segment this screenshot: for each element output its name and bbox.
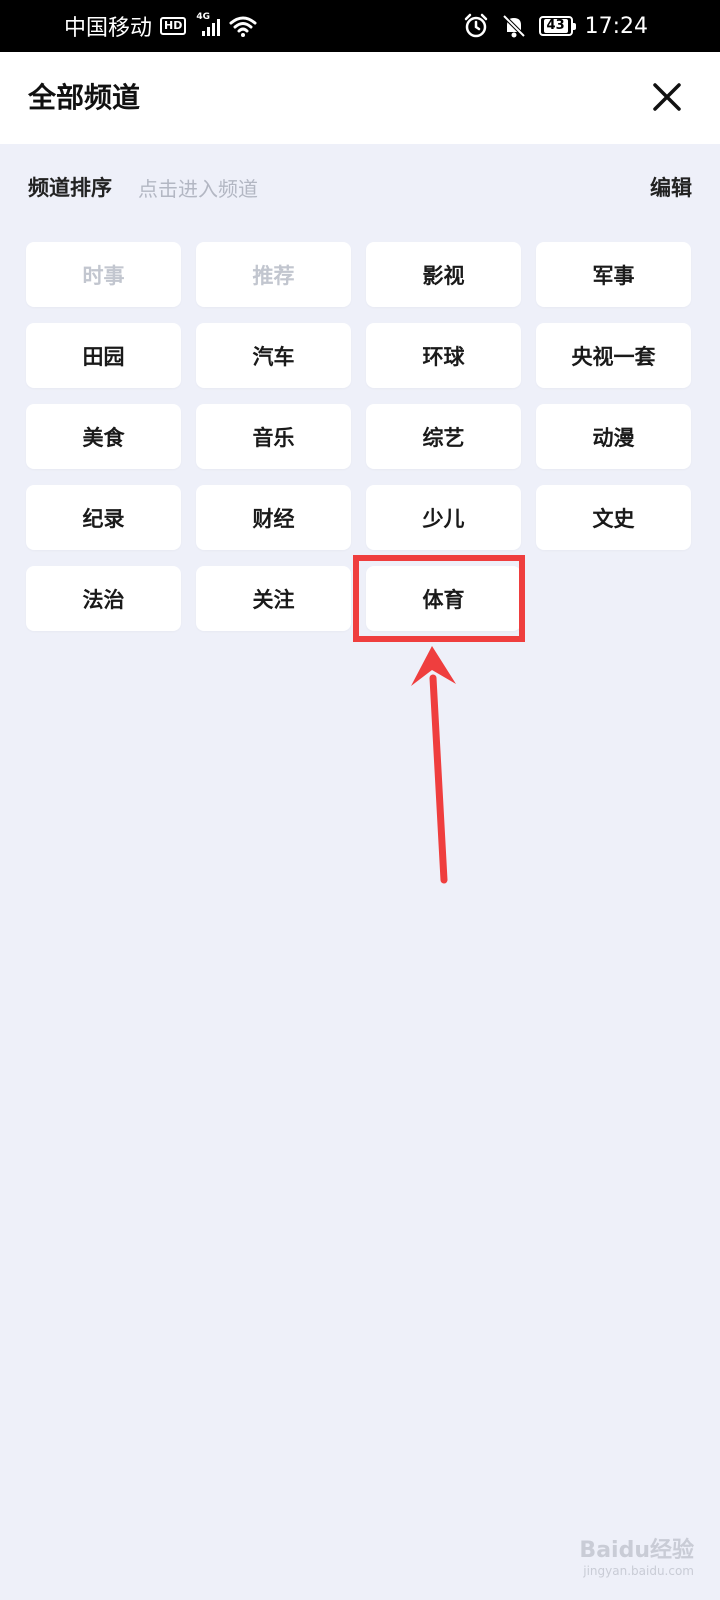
- channel-chip[interactable]: 时事: [26, 242, 181, 307]
- channel-chip[interactable]: 汽车: [196, 323, 351, 388]
- pointer-arrow-icon: [411, 646, 456, 884]
- channel-grid: 时事 推荐 影视 军事田园 汽车 环球 央视一套美食 音乐 综艺 动漫纪录 财经 少儿 文史法治 关注 体育: [26, 242, 694, 631]
- close-icon[interactable]: [650, 80, 684, 114]
- signal-icon: 4G: [196, 12, 222, 38]
- channel-chip[interactable]: 关注: [196, 566, 351, 631]
- battery-icon: 43: [538, 16, 576, 36]
- header: 全部频道: [0, 52, 720, 144]
- channel-chip[interactable]: 推荐: [196, 242, 351, 307]
- wifi-icon: [229, 16, 257, 37]
- alarm-icon: [464, 13, 487, 38]
- carrier-name: 中国移动: [64, 16, 153, 41]
- channel-chip[interactable]: 少儿: [366, 485, 521, 550]
- status-left: 中国移动 HD 4G: [64, 0, 258, 52]
- channel-chip[interactable]: 动漫: [536, 404, 691, 469]
- channel-chip[interactable]: 财经: [196, 485, 351, 550]
- channel-chip[interactable]: 影视: [366, 242, 521, 307]
- section-title: 频道排序: [28, 176, 112, 200]
- hd-badge: HD: [160, 17, 187, 35]
- channel-chip[interactable]: 体育: [366, 566, 521, 631]
- channel-chip[interactable]: 文史: [536, 485, 691, 550]
- battery-level: 43: [543, 19, 568, 33]
- channel-chip[interactable]: 法治: [26, 566, 181, 631]
- channel-chip[interactable]: 美食: [26, 404, 181, 469]
- section-bar: 频道排序 点击进入频道 编辑: [0, 160, 720, 216]
- watermark-text: Baidu经验: [579, 1538, 694, 1563]
- section-hint: 点击进入频道: [138, 177, 258, 201]
- status-right: 43 17:24: [463, 0, 648, 52]
- watermark: Baidu经验 jingyan.baidu.com: [579, 1532, 694, 1578]
- mute-notification-icon: [502, 14, 526, 38]
- watermark-url: jingyan.baidu.com: [583, 1564, 694, 1578]
- channel-chip[interactable]: 环球: [366, 323, 521, 388]
- channel-chip[interactable]: 纪录: [26, 485, 181, 550]
- channel-chip[interactable]: 综艺: [366, 404, 521, 469]
- channel-chip[interactable]: 军事: [536, 242, 691, 307]
- status-bar: 中国移动 HD 4G 43 17:24: [0, 0, 720, 52]
- channel-chip[interactable]: 央视一套: [536, 323, 691, 388]
- channel-chip[interactable]: 音乐: [196, 404, 351, 469]
- edit-button[interactable]: 编辑: [650, 172, 692, 202]
- page-title: 全部频道: [28, 81, 141, 114]
- channel-chip[interactable]: 田园: [26, 323, 181, 388]
- clock: 17:24: [584, 13, 648, 39]
